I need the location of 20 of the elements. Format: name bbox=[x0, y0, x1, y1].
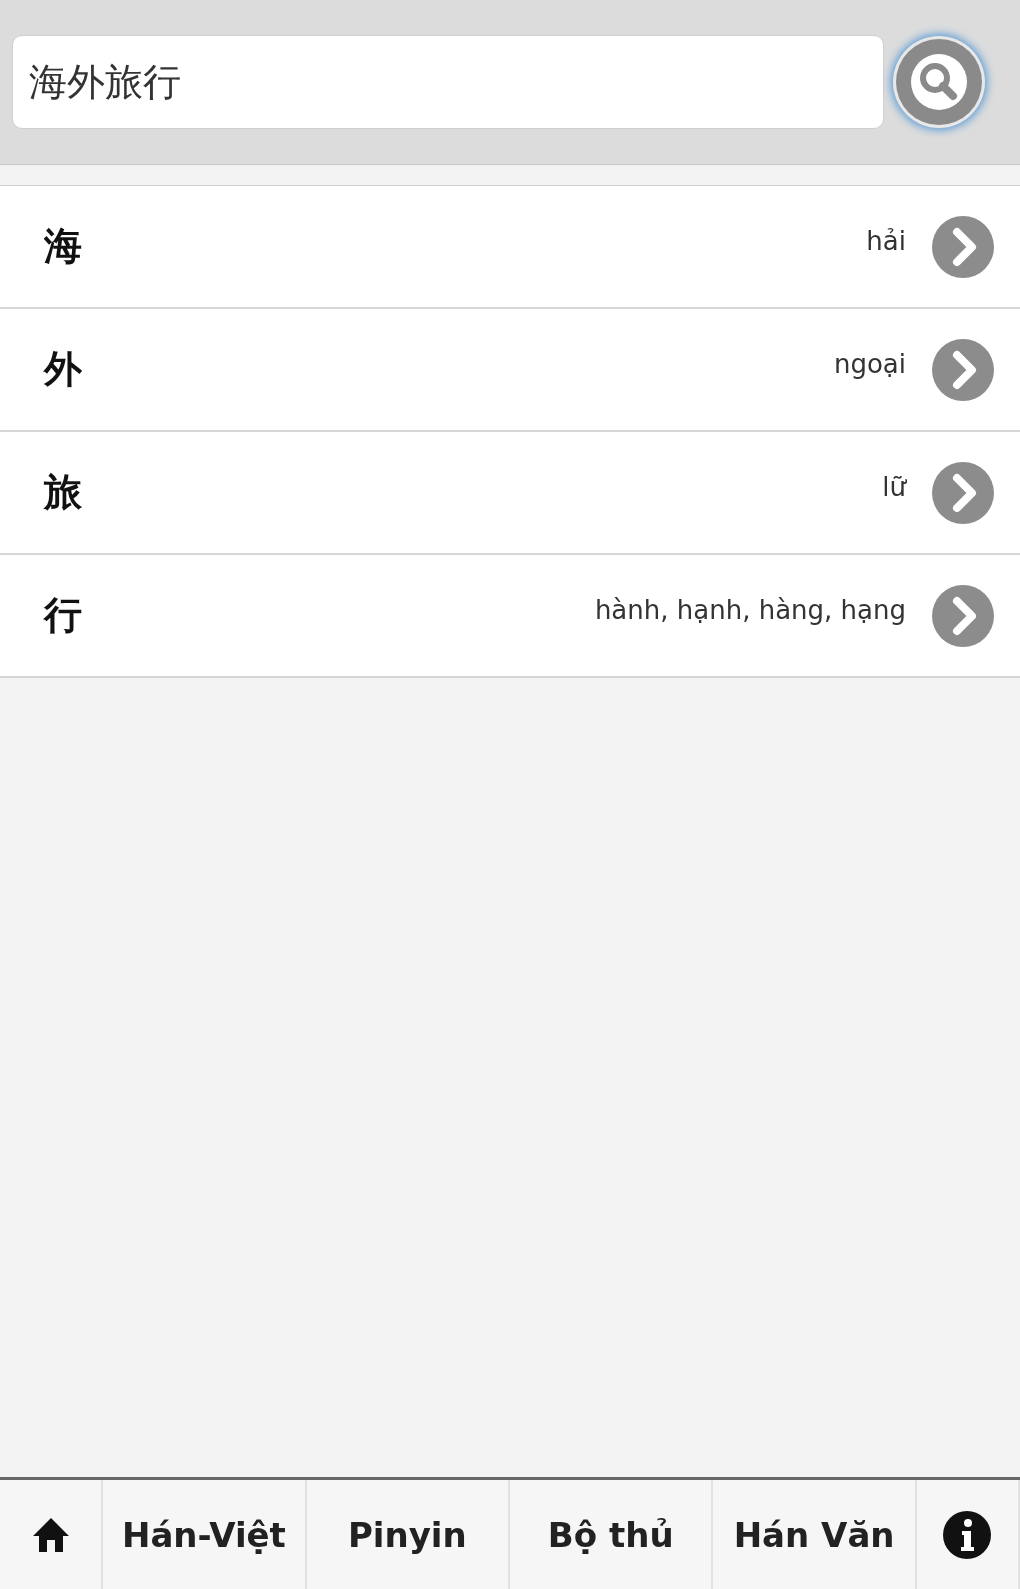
character-text: 行 bbox=[44, 592, 82, 639]
character-text: 外 bbox=[44, 346, 82, 393]
character-text: 旅 bbox=[44, 469, 82, 516]
character-text: 海 bbox=[44, 223, 82, 270]
search-button[interactable] bbox=[896, 39, 982, 125]
chevron-icon bbox=[932, 584, 994, 647]
result-row[interactable]: 旅 lữ bbox=[0, 432, 1020, 555]
reading-text: ngoại bbox=[833, 349, 906, 379]
reading-text: hành, hạnh, hàng, hạng bbox=[594, 595, 906, 625]
result-row[interactable]: 海 hải bbox=[0, 186, 1020, 309]
chevron-icon bbox=[932, 215, 994, 278]
reading-text: hải bbox=[866, 226, 906, 256]
chevron-icon bbox=[932, 338, 994, 401]
result-row[interactable]: 行 hành, hạnh, hàng, hạng bbox=[0, 555, 1020, 678]
result-row[interactable]: 外 ngoại bbox=[0, 309, 1020, 432]
chevron-icon bbox=[932, 461, 994, 524]
search-field[interactable]: 海外旅行 bbox=[12, 35, 884, 129]
info-icon bbox=[943, 1510, 992, 1559]
reading-text: lữ bbox=[882, 472, 906, 502]
search-icon bbox=[909, 52, 969, 112]
